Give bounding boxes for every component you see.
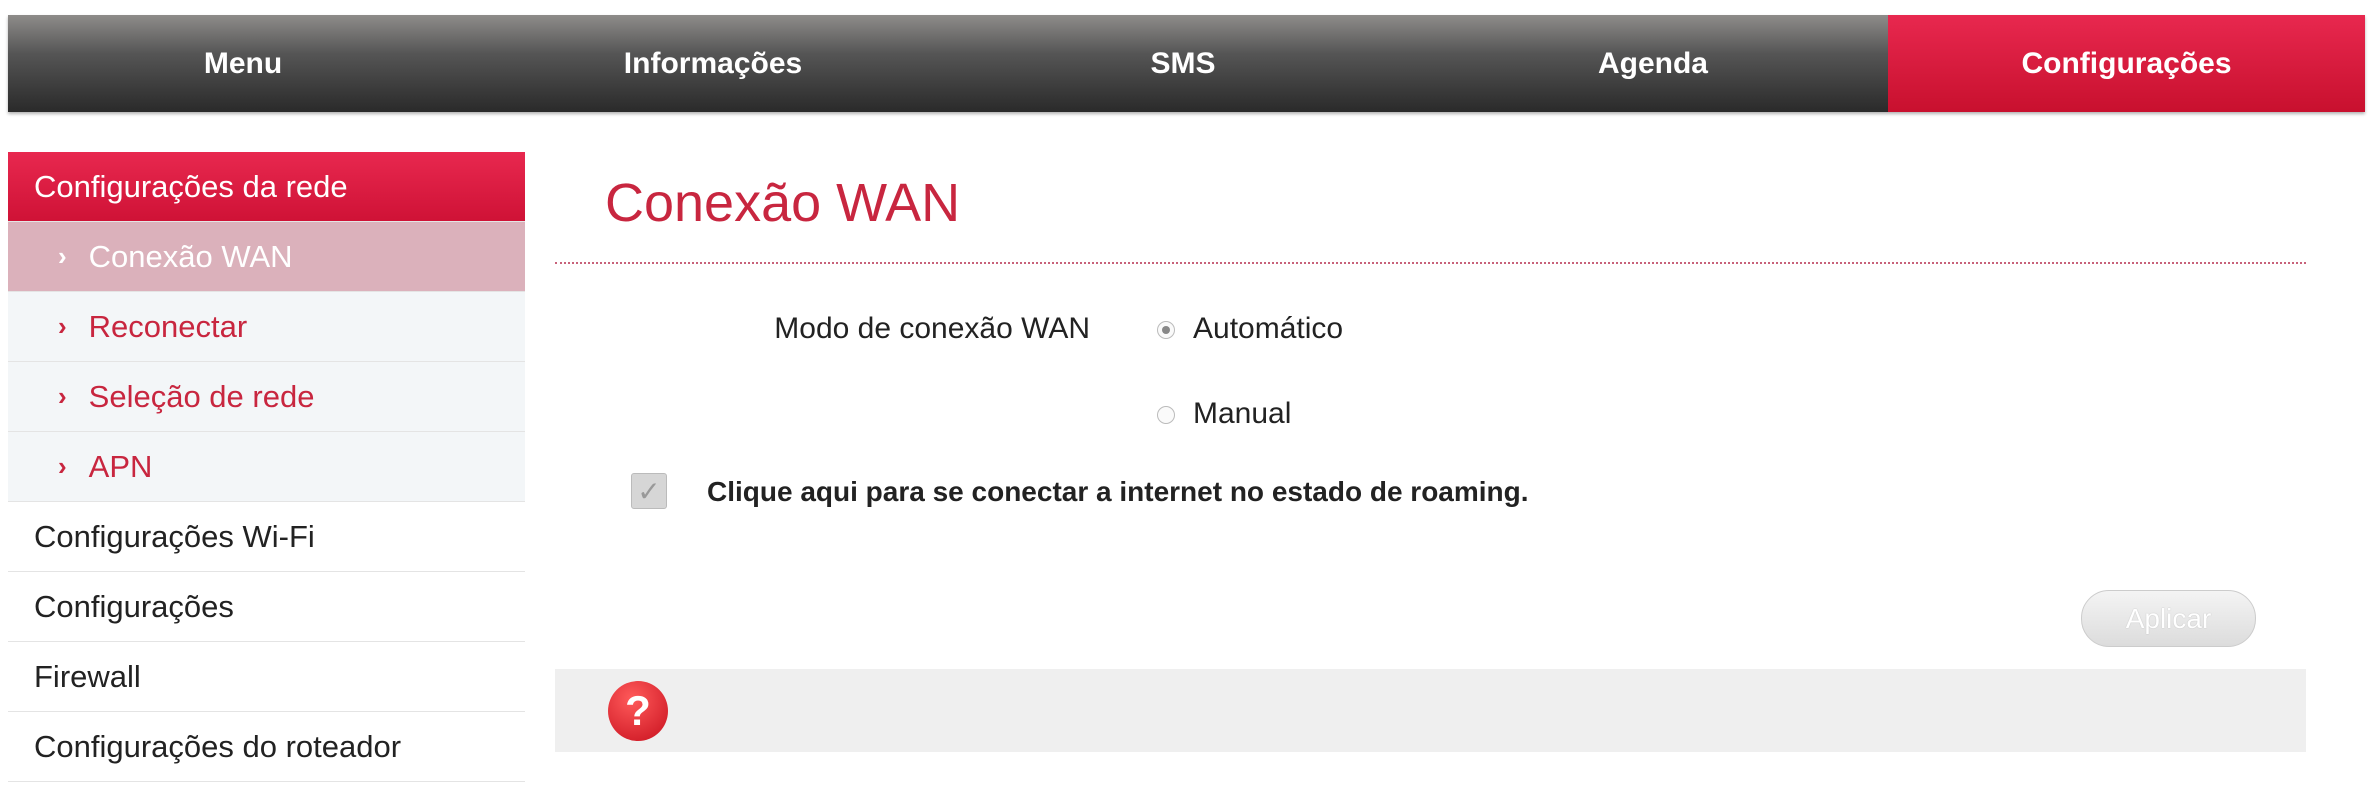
nav-sms[interactable]: SMS [948, 15, 1418, 112]
sidebar-item-apn[interactable]: › APN [8, 432, 525, 502]
sidebar-section-network-settings[interactable]: Configurações da rede [8, 152, 525, 222]
page-title: Conexão WAN [605, 173, 961, 233]
nav-informacoes[interactable]: Informações [478, 15, 948, 112]
nav-menu[interactable]: Menu [8, 15, 478, 112]
sidebar-item-reconnect[interactable]: › Reconectar [8, 292, 525, 362]
radio-automatic[interactable] [1157, 321, 1175, 339]
chevron-right-icon: › [58, 381, 67, 411]
nav-agenda[interactable]: Agenda [1418, 15, 1888, 112]
wan-mode-label: Modo de conexão WAN [774, 312, 1090, 345]
sidebar-item-label: Reconectar [88, 308, 248, 344]
sidebar-item-label: Seleção de rede [88, 378, 315, 414]
sidebar-item-router-settings[interactable]: Configurações do roteador [8, 712, 525, 782]
sidebar-item-firewall[interactable]: Firewall [8, 642, 525, 712]
chevron-right-icon: › [58, 241, 67, 271]
chevron-right-icon: › [58, 311, 67, 341]
title-divider [555, 262, 2306, 264]
roaming-checkbox[interactable]: ✓ [631, 473, 667, 509]
sidebar-item-network-selection[interactable]: › Seleção de rede [8, 362, 525, 432]
checkmark-icon: ✓ [637, 475, 661, 507]
radio-automatic-label[interactable]: Automático [1193, 312, 1343, 346]
top-nav: Menu Informações SMS Agenda Configuraçõe… [8, 15, 2365, 112]
radio-manual-label[interactable]: Manual [1193, 397, 1291, 431]
sidebar-item-label: APN [88, 448, 153, 484]
help-icon[interactable]: ? [608, 681, 668, 741]
sidebar-item-label: Conexão WAN [88, 238, 293, 274]
roaming-checkbox-label[interactable]: Clique aqui para se conectar a internet … [707, 476, 1529, 508]
sidebar-item-settings[interactable]: Configurações [8, 572, 525, 642]
nav-configuracoes[interactable]: Configurações [1888, 15, 2365, 112]
chevron-right-icon: › [58, 451, 67, 481]
radio-manual[interactable] [1157, 406, 1175, 424]
sidebar-item-wifi-settings[interactable]: Configurações Wi-Fi [8, 502, 525, 572]
help-bar: ? [555, 669, 2306, 752]
apply-button[interactable]: Aplicar [2081, 590, 2256, 647]
sidebar-item-wan-connection[interactable]: › Conexão WAN [8, 222, 525, 292]
sidebar: Configurações da rede › Conexão WAN › Reco… [8, 152, 525, 782]
